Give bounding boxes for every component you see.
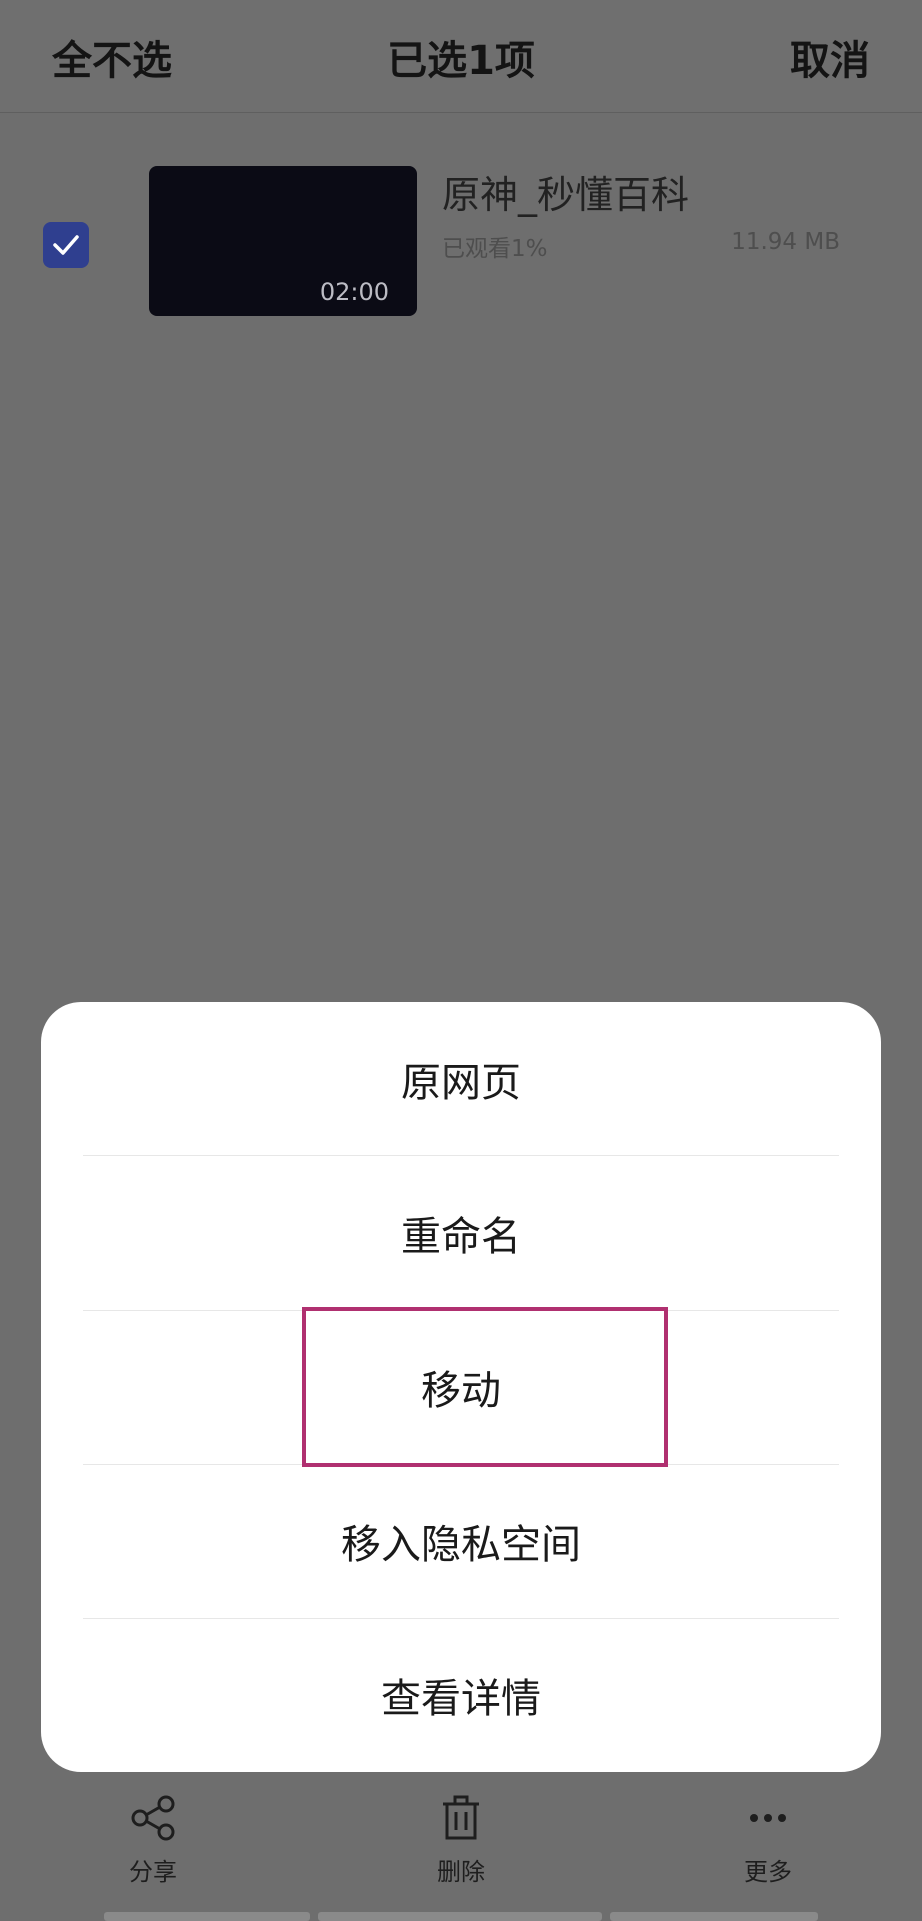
bottom-toolbar: 分享 删除 更多	[0, 1780, 922, 1921]
menu-item-move-to-private[interactable]: 移入隐私空间	[41, 1464, 881, 1618]
share-button[interactable]: 分享	[93, 1794, 213, 1887]
more-button[interactable]: 更多	[708, 1794, 828, 1887]
delete-button[interactable]: 删除	[401, 1794, 521, 1887]
more-label: 更多	[744, 1858, 792, 1886]
action-sheet: 原网页 重命名 移动 移入隐私空间 查看详情	[41, 1002, 881, 1772]
bottom-strip	[0, 1912, 922, 1921]
share-icon	[131, 1795, 175, 1841]
video-title: 原神_秒懂百科	[442, 173, 690, 217]
item-checkbox[interactable]	[43, 222, 89, 268]
more-dots-icon	[750, 1814, 786, 1822]
list-item[interactable]	[0, 112, 922, 332]
check-icon	[53, 235, 79, 255]
file-size: 11.94 MB	[731, 229, 840, 255]
menu-item-move[interactable]: 移动	[41, 1310, 881, 1464]
video-duration: 02:00	[319, 278, 389, 306]
share-label: 分享	[129, 1858, 177, 1886]
trash-icon	[443, 1795, 479, 1840]
delete-label: 删除	[437, 1858, 485, 1886]
selected-count-title: 已选1项	[387, 38, 535, 84]
video-thumbnail[interactable]: 02:00	[149, 166, 417, 316]
menu-item-view-details[interactable]: 查看详情	[41, 1618, 881, 1772]
cancel-button[interactable]: 取消	[790, 28, 870, 86]
menu-item-original-page[interactable]: 原网页	[41, 1002, 881, 1156]
top-bar: 全不选 已选1项 取消	[0, 0, 922, 113]
menu-item-rename[interactable]: 重命名	[41, 1156, 881, 1310]
watch-progress-text: 已观看1%	[442, 236, 548, 262]
